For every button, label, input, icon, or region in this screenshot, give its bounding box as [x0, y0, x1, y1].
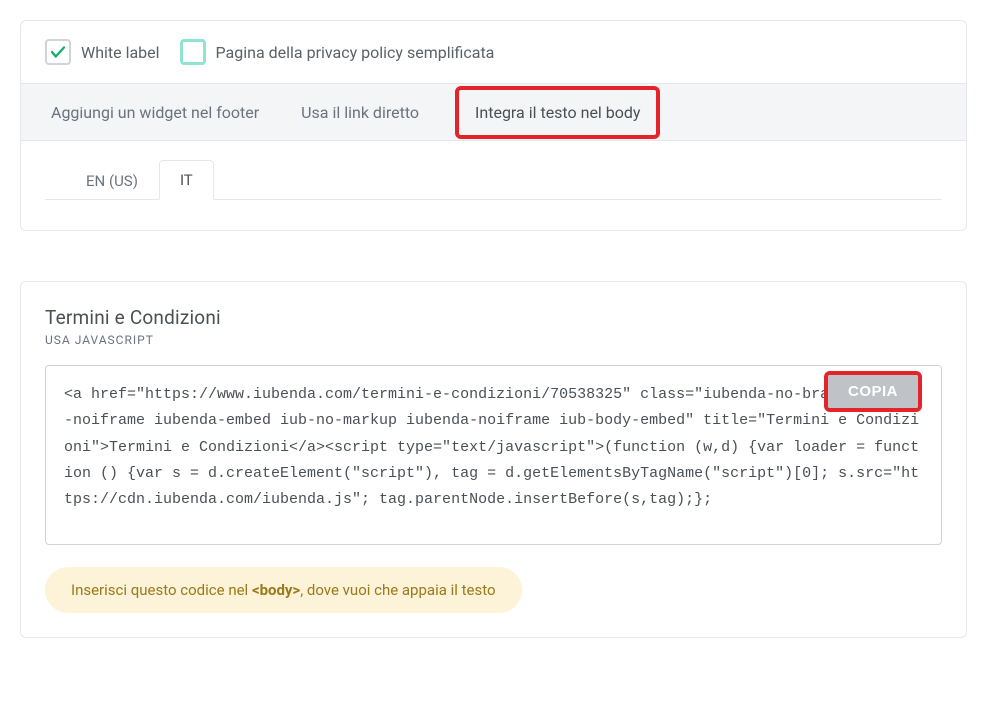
white-label-checkbox[interactable] — [45, 39, 71, 65]
code-snippet[interactable]: <a href="https://www.iubenda.com/termini… — [45, 365, 942, 545]
check-icon — [49, 43, 67, 61]
white-label-option: White label — [45, 39, 160, 65]
tab-widget-footer[interactable]: Aggiungi un widget nel footer — [45, 87, 265, 138]
tab-direct-link[interactable]: Usa il link diretto — [295, 87, 425, 138]
lang-tab-en[interactable]: EN (US) — [65, 161, 159, 200]
terms-title: Termini e Condizioni — [45, 306, 942, 329]
language-tabs: EN (US) IT — [45, 159, 942, 200]
copy-button-highlight: COPIA — [824, 371, 922, 412]
hint-suffix: , dove vuoi che appaia il testo — [300, 581, 495, 599]
language-tabs-container: EN (US) IT — [21, 141, 966, 230]
simplified-privacy-label: Pagina della privacy policy semplificata — [216, 43, 495, 62]
code-container: <a href="https://www.iubenda.com/termini… — [45, 365, 942, 545]
simplified-privacy-option: Pagina della privacy policy semplificata — [180, 39, 495, 65]
integration-panel: White label Pagina della privacy policy … — [20, 20, 967, 231]
white-label-label: White label — [81, 43, 160, 62]
options-row: White label Pagina della privacy policy … — [21, 21, 966, 83]
terms-subtitle: USA JAVASCRIPT — [45, 333, 942, 347]
hint-bold: <body> — [252, 581, 300, 599]
tab-embed-body[interactable]: Integra il testo nel body — [455, 86, 660, 139]
hint-prefix: Inserisci questo codice nel — [71, 581, 252, 599]
lang-tab-it[interactable]: IT — [159, 160, 214, 200]
insert-hint: Inserisci questo codice nel <body>, dove… — [45, 567, 522, 613]
integration-tabs: Aggiungi un widget nel footer Usa il lin… — [21, 83, 966, 141]
copy-button[interactable]: COPIA — [828, 375, 918, 408]
simplified-privacy-checkbox[interactable] — [180, 39, 206, 65]
terms-section: Termini e Condizioni USA JAVASCRIPT <a h… — [20, 281, 967, 638]
